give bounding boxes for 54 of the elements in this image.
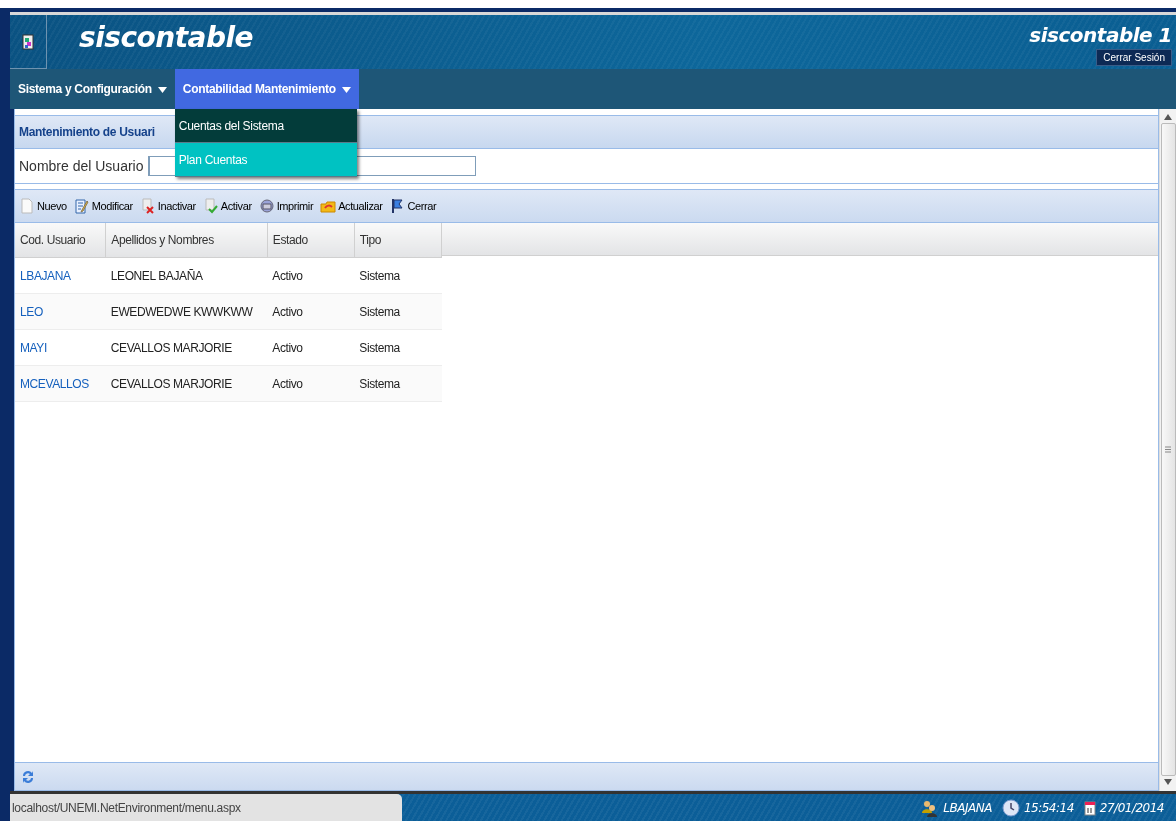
table-cell: Sistema [354,329,442,366]
toolbar-button[interactable]: Cerrar [387,198,439,214]
user-code-link[interactable]: LEO [15,293,106,330]
column-header[interactable]: Estado [267,223,355,258]
app-logo-icon [22,33,34,50]
folder-arrow-icon [320,198,337,214]
toolbar-button[interactable]: Nuevo [17,198,69,214]
user-name: LBAJANA [943,800,992,815]
user-code-link[interactable]: MAYI [15,329,106,366]
toolbar-button[interactable]: Inactivar [137,198,198,214]
column-header[interactable]: Apellidos y Nombres [105,223,268,258]
menu-tab[interactable]: Sistema y Configuración [10,69,175,109]
page-icon [19,198,35,214]
users-icon [921,798,940,817]
app-name: siscontable 1 [1029,23,1172,47]
table-cell: Sistema [354,293,442,330]
user-code-link[interactable]: MCEVALLOS [15,365,106,402]
status-time: 15:54:14 [1023,800,1074,815]
calendar-icon [1083,799,1096,816]
menu-item[interactable]: Cuentas del Sistema [174,109,357,143]
toolbar-button[interactable]: Imprimir [256,198,316,214]
page-check-icon [202,198,219,214]
table-cell: CEVALLOS MARJORIE [105,329,268,366]
status-url: localhost/UNEMI.NetEnvironment/menu.aspx [10,794,402,821]
table-cell: Sistema [354,365,442,402]
panel-title: Mantenimiento de Usuari [19,125,155,139]
toolbar-button[interactable]: Actualizar [318,198,385,214]
table-cell: Activo [267,293,355,330]
toolbar-button[interactable]: Modificar [71,198,135,214]
table-cell: EWEDWEDWE KWWKWW [105,293,268,330]
clock-icon [1001,798,1020,817]
column-header[interactable]: Cod. Usuario [15,223,106,258]
table-cell: Sistema [354,257,442,294]
field-label: Nombre del Usuario [19,158,144,174]
caret-icon [341,87,351,93]
grip-icon [1165,446,1171,453]
edit-page-icon [73,198,90,214]
table-cell: Activo [267,257,355,294]
logout-button[interactable]: Cerrar Sesión [1096,49,1172,66]
caret-icon [157,87,167,93]
page-cross-icon [139,198,156,214]
table-cell: Activo [267,365,355,402]
refresh-icon[interactable] [20,768,36,785]
status-date: 27/01/2014 [1099,800,1164,815]
user-code-link[interactable]: LBAJANA [15,257,106,294]
column-header[interactable]: Tipo [354,223,442,258]
toolbar-button[interactable]: Activar [200,198,254,214]
scroll-up-icon[interactable] [1164,114,1172,120]
table-cell: LEONEL BAJAÑA [105,257,268,294]
scroll-down-icon[interactable] [1164,779,1172,785]
flag-icon [389,198,406,214]
table-cell: Activo [267,329,355,366]
table-cell: CEVALLOS MARJORIE [105,365,268,402]
app-title: siscontable [79,21,254,56]
